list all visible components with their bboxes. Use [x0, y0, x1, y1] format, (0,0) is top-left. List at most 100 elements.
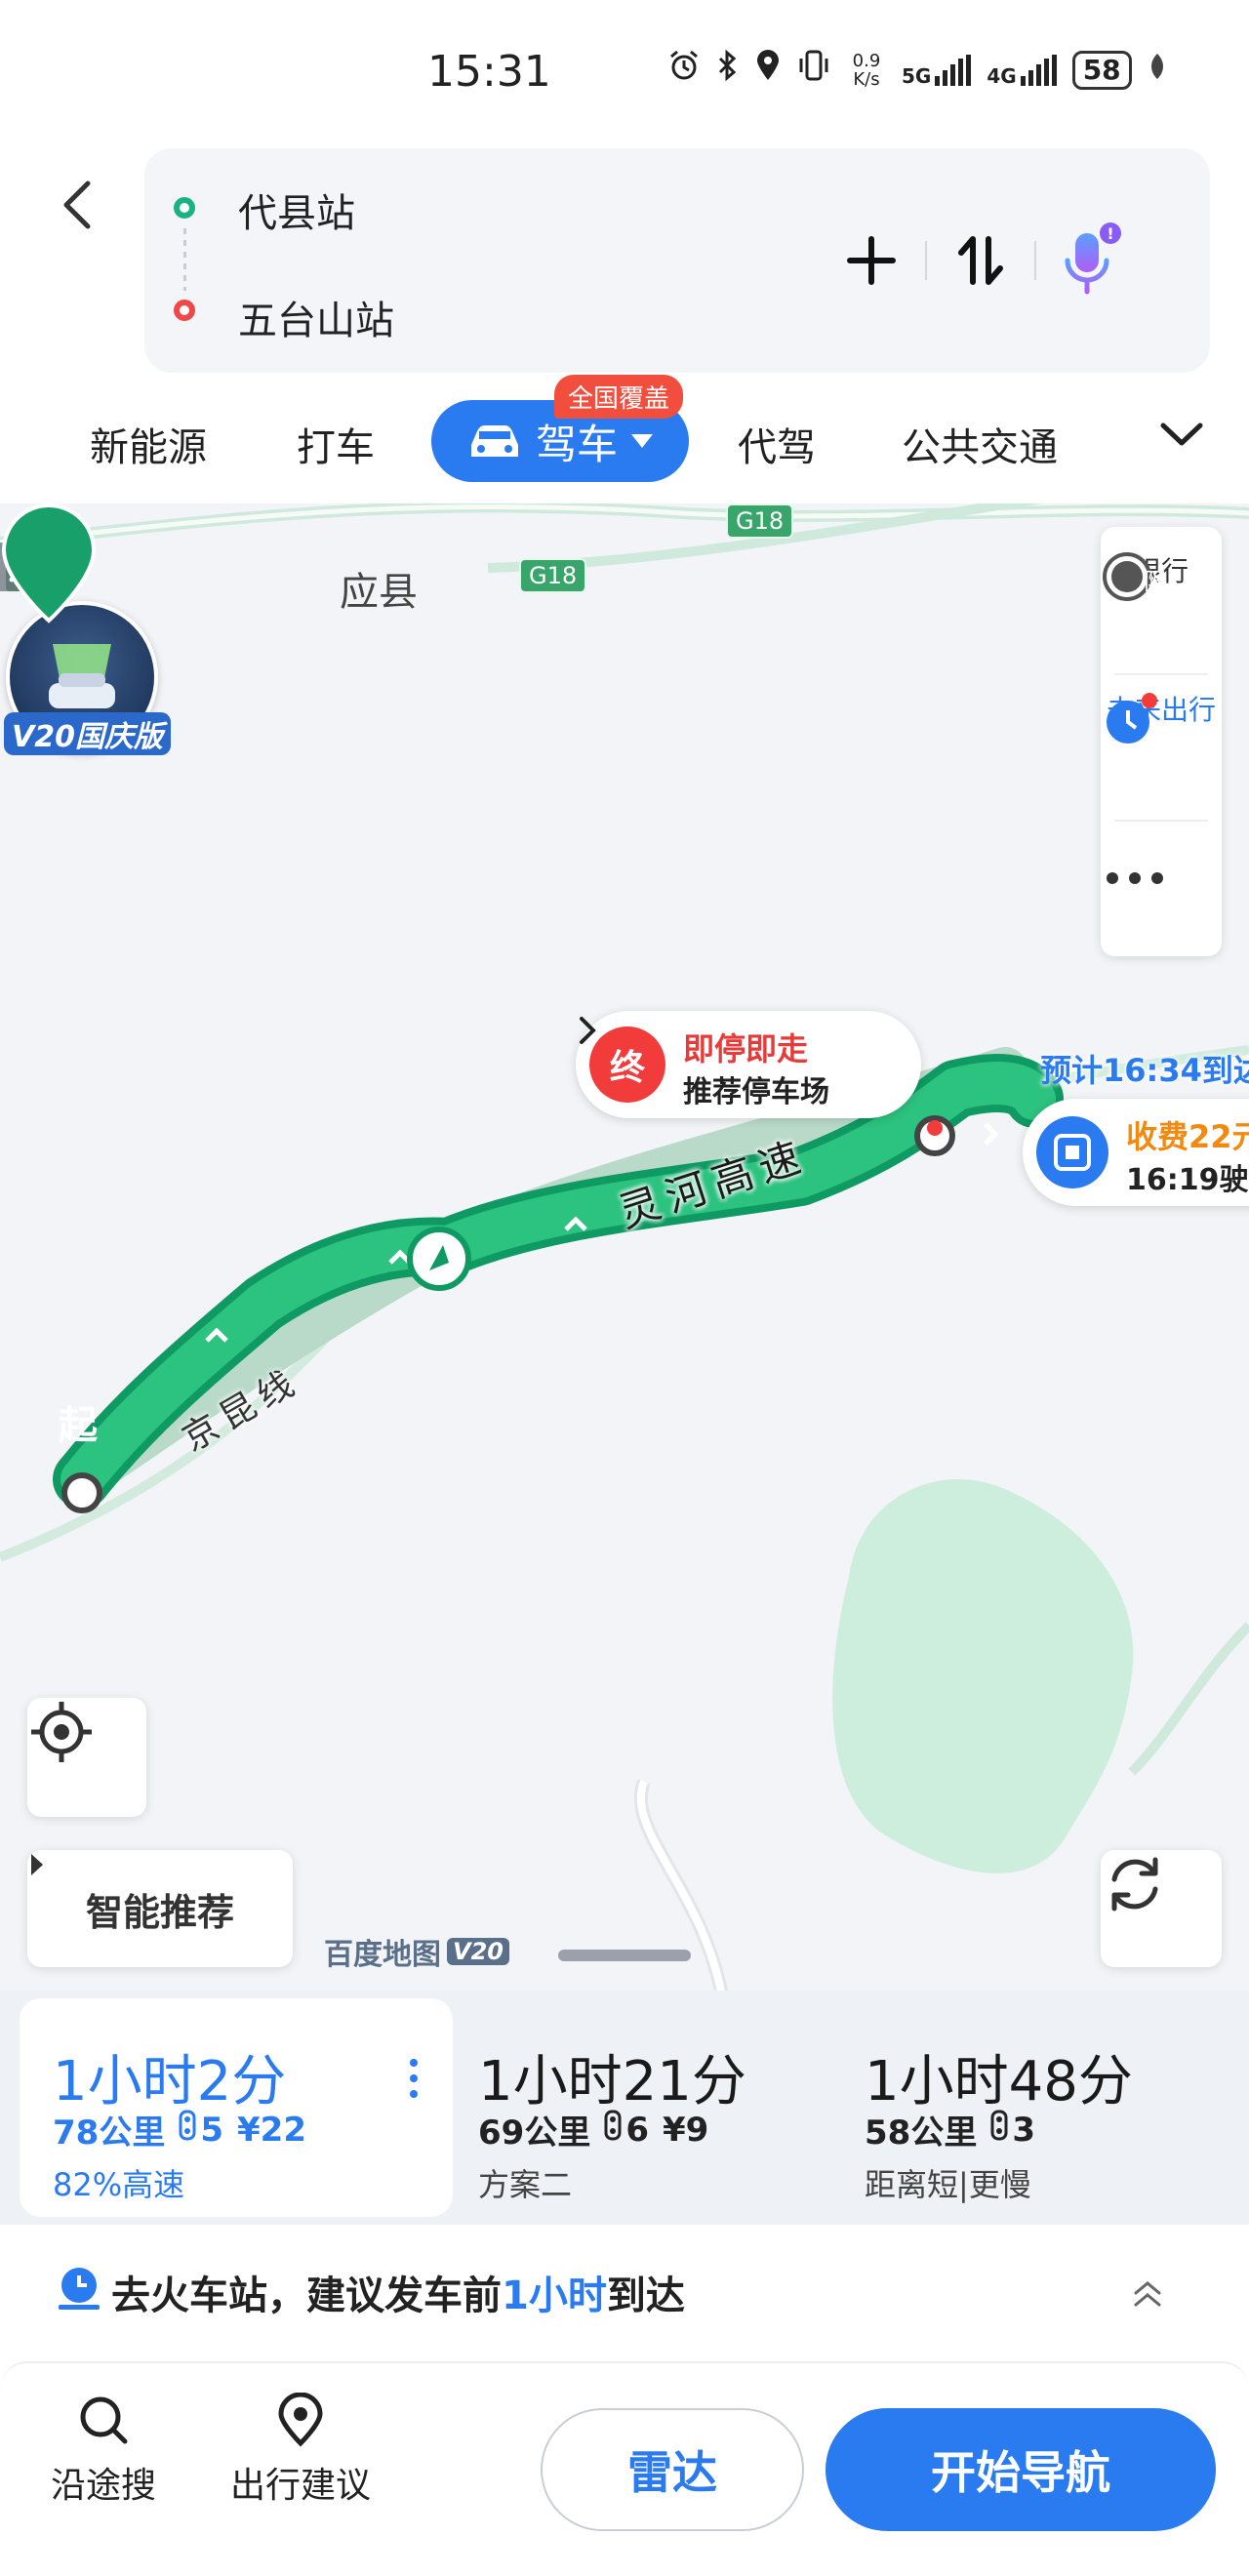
add-waypoint-button[interactable]: [818, 217, 925, 304]
toll-gate-icon: [1036, 1116, 1108, 1188]
status-icons: 0.9 K/s 5G 4G 58: [667, 49, 1167, 91]
route-meta: 58公里 3: [865, 2106, 1035, 2153]
voice-button[interactable]: !: [1036, 217, 1144, 304]
smart-recommend-label: 智能推荐: [85, 1890, 234, 1934]
route-actions: !: [818, 217, 1144, 304]
vibrate-icon: [796, 49, 831, 91]
destination-parking-label: 推荐停车场: [683, 1075, 829, 1109]
swap-route-button[interactable]: [927, 217, 1034, 304]
end-dot-icon: [174, 300, 195, 321]
locate-button[interactable]: [27, 1698, 146, 1817]
future-travel-button[interactable]: 未来出行: [1101, 689, 1222, 744]
tab-new-energy[interactable]: 新能源: [90, 416, 207, 472]
bottom-action-bar: 沿途搜 出行建议 雷达 开始导航: [0, 2361, 1249, 2576]
collapse-icon[interactable]: [1128, 2274, 1167, 2313]
toll-fee: 收费22元: [1126, 1118, 1249, 1155]
chevron-down-icon: [1160, 423, 1203, 446]
status-bar: 15:31 0.9 K/s 5G 4G 58: [0, 0, 1249, 146]
more-icon[interactable]: [410, 2059, 422, 2106]
route-tag: 方案二: [478, 2166, 573, 2203]
route-lights: 5: [200, 2110, 223, 2150]
location-icon: [755, 49, 781, 91]
tip-prefix: 去火车站，建议发车前: [111, 2274, 502, 2318]
locate-icon: [31, 1702, 92, 1762]
destination-field[interactable]: 五台山站: [238, 289, 394, 345]
start-navigation-button[interactable]: 开始导航: [826, 2408, 1216, 2531]
map-side-panel: 限 限行 未来出行: [1101, 527, 1222, 956]
back-icon: [63, 181, 91, 229]
promo-label: V20国庆版: [4, 712, 171, 755]
divider: [1114, 673, 1208, 675]
search-icon: [80, 2396, 128, 2444]
travel-advice-button[interactable]: 出行建议: [230, 2393, 371, 2508]
sheet-grab-handle[interactable]: [558, 1950, 691, 1961]
sim1-label: 5G: [902, 63, 932, 88]
tab-driving-label: 驾车: [535, 420, 618, 468]
radar-button[interactable]: 雷达: [541, 2408, 804, 2531]
restriction-button[interactable]: 限 限行: [1101, 550, 1222, 601]
bluetooth-icon: [716, 49, 740, 91]
route-tag: 82%高速: [53, 2166, 185, 2203]
map-canvas: [0, 503, 1249, 1996]
clock-icon: [1107, 693, 1157, 744]
start-pin-label: 起: [59, 1403, 98, 1448]
signal-5g: 5G: [902, 54, 972, 88]
route-tag: 距离短|更慢: [865, 2166, 1031, 2203]
map-view[interactable]: 应县 G18 G18 335 V20国庆版 限 限行 未来出行 终 即停即走 推…: [0, 503, 1249, 1996]
traffic-light-icon: [179, 2110, 196, 2150]
traffic-light-icon: [990, 2110, 1008, 2150]
refresh-icon: [1111, 1857, 1158, 1912]
origin-field[interactable]: 代县站: [238, 181, 355, 238]
road-shield: G18: [726, 503, 794, 539]
route-connector: [183, 228, 186, 291]
departure-tip[interactable]: 去火车站，建议发车前1小时到达: [0, 2225, 1249, 2361]
search-along-route-button[interactable]: 沿途搜: [51, 2393, 156, 2508]
play-icon: [31, 1854, 43, 1875]
status-time: 15:31: [427, 47, 551, 97]
net-speed: 0.9 K/s: [852, 50, 881, 90]
svg-text:!: !: [1107, 224, 1113, 243]
city-label: 应县: [340, 570, 418, 615]
chevron-right-icon: [580, 1017, 596, 1044]
route-option-1[interactable]: 1小时2分 78公里 5 ¥22 82%高速: [20, 1998, 453, 2217]
more-icon: [1107, 872, 1163, 884]
leaf-icon: [1148, 51, 1167, 90]
eta-label: 预计16:34到达: [1040, 1052, 1249, 1089]
toll-exit-time: 16:19驶出: [1126, 1163, 1249, 1197]
route-options: 1小时2分 78公里 5 ¥22 82%高速 1小时21分 69公里 6 ¥9 …: [0, 1991, 1249, 2225]
signal-4g: 4G: [987, 54, 1057, 86]
tip-text: 去火车站，建议发车前1小时到达: [111, 2264, 685, 2320]
alarm-icon: [667, 49, 701, 91]
toll-bubble[interactable]: 收费22元 16:19驶出: [1023, 1099, 1249, 1206]
tab-public-transit[interactable]: 公共交通: [902, 416, 1058, 472]
plus-icon: [847, 236, 896, 285]
route-card: 代县站 五台山站 !: [144, 148, 1210, 373]
refresh-route-button[interactable]: [1101, 1850, 1222, 1967]
car-icon: [470, 425, 518, 457]
road-shield: G18: [519, 558, 587, 593]
divider: [1114, 820, 1208, 822]
back-button[interactable]: [51, 176, 109, 234]
route-option-3[interactable]: 1小时48分 58公里 3 距离短|更慢: [831, 1998, 1222, 2217]
route-distance: 69公里: [478, 2113, 591, 2153]
start-dot-icon: [174, 197, 195, 219]
start-pin-icon: [1, 503, 97, 624]
smart-recommend-button[interactable]: 智能推荐: [27, 1850, 293, 1967]
route-lights: 6: [625, 2110, 649, 2150]
route-duration: 1小时2分: [53, 2050, 287, 2113]
tip-suffix: 到达: [606, 2274, 685, 2318]
route-duration: 1小时21分: [478, 2050, 746, 2113]
route-option-2[interactable]: 1小时21分 69公里 6 ¥9 方案二: [445, 1998, 835, 2217]
tab-taxi[interactable]: 打车: [297, 416, 375, 472]
watermark-text: 百度地图: [324, 1938, 441, 1972]
route-distance: 58公里: [865, 2113, 978, 2153]
battery-level: 58: [1071, 50, 1132, 90]
tab-chauffeur[interactable]: 代驾: [738, 416, 816, 472]
clock-icon: [59, 2268, 100, 2310]
watermark-version: V20: [447, 1938, 509, 1965]
coverage-badge: 全国覆盖: [554, 375, 684, 419]
route-lights: 3: [1012, 2110, 1035, 2150]
more-modes-button[interactable]: [1157, 416, 1206, 455]
destination-parking-bubble[interactable]: 终 即停即走 推荐停车场: [576, 1011, 921, 1118]
caret-down-icon: [631, 434, 653, 448]
